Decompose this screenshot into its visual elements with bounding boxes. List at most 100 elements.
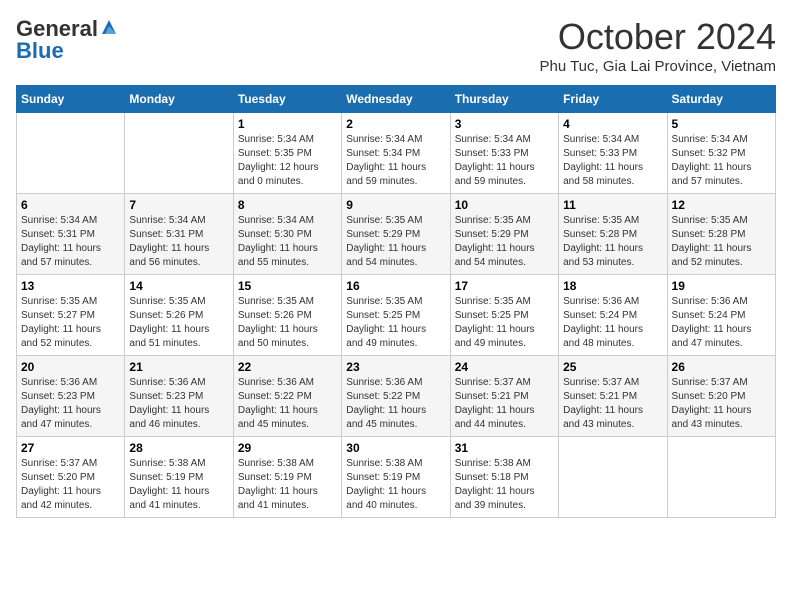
day-info: Sunrise: 5:34 AMSunset: 5:35 PMDaylight:… — [238, 133, 337, 189]
calendar-cell: 11Sunrise: 5:35 AMSunset: 5:28 PMDayligh… — [559, 194, 667, 275]
day-info: Sunrise: 5:38 AMSunset: 5:19 PMDaylight:… — [238, 457, 337, 513]
calendar-cell: 9 Sunrise: 5:35 AMSunset: 5:29 PMDaylight… — [342, 194, 450, 275]
calendar-cell: 3 Sunrise: 5:34 AMSunset: 5:33 PMDaylight… — [450, 113, 558, 194]
calendar-cell: 30 Sunrise: 5:38 AMSunset: 5:19 PMDayligh… — [342, 437, 450, 518]
calendar-cell: 18Sunrise: 5:36 AMSunset: 5:24 PMDayligh… — [559, 275, 667, 356]
day-info: Sunrise: 5:35 AMSunset: 5:27 PMDaylight:… — [21, 295, 120, 351]
day-number: 4 — [563, 117, 662, 131]
day-info: Sunrise: 5:38 AMSunset: 5:19 PMDaylight:… — [129, 457, 228, 513]
day-number: 12 — [672, 198, 771, 212]
day-info: Sunrise: 5:37 AMSunset: 5:20 PMDaylight:… — [21, 457, 120, 513]
location-title: Phu Tuc, Gia Lai Province, Vietnam — [539, 58, 776, 75]
calendar-cell — [667, 437, 775, 518]
calendar-cell — [559, 437, 667, 518]
calendar-cell: 12 Sunrise: 5:35 AMSunset: 5:28 PMDayligh… — [667, 194, 775, 275]
day-info: Sunrise: 5:34 AMSunset: 5:32 PMDaylight:… — [672, 133, 771, 189]
day-info: Sunrise: 5:36 AMSunset: 5:23 PMDaylight:… — [21, 376, 120, 432]
calendar-week-row: 1 Sunrise: 5:34 AMSunset: 5:35 PMDaylight… — [17, 113, 776, 194]
calendar-cell: 8 Sunrise: 5:34 AMSunset: 5:30 PMDaylight… — [233, 194, 341, 275]
day-info: Sunrise: 5:34 AMSunset: 5:31 PMDaylight:… — [21, 214, 120, 270]
day-info: Sunrise: 5:35 AMSunset: 5:25 PMDaylight:… — [346, 295, 445, 351]
day-info: Sunrise: 5:38 AMSunset: 5:18 PMDaylight:… — [455, 457, 554, 513]
calendar-cell: 2Sunrise: 5:34 AMSunset: 5:34 PMDaylight… — [342, 113, 450, 194]
calendar-cell: 22Sunrise: 5:36 AMSunset: 5:22 PMDayligh… — [233, 356, 341, 437]
weekday-header-cell: Sunday — [17, 86, 125, 113]
calendar-week-row: 6 Sunrise: 5:34 AMSunset: 5:31 PMDaylight… — [17, 194, 776, 275]
calendar-cell: 21Sunrise: 5:36 AMSunset: 5:23 PMDayligh… — [125, 356, 233, 437]
calendar-cell: 15Sunrise: 5:35 AMSunset: 5:26 PMDayligh… — [233, 275, 341, 356]
day-number: 22 — [238, 360, 337, 374]
calendar-cell: 5 Sunrise: 5:34 AMSunset: 5:32 PMDaylight… — [667, 113, 775, 194]
day-number: 6 — [21, 198, 120, 212]
month-title: October 2024 — [539, 16, 776, 58]
day-number: 3 — [455, 117, 554, 131]
calendar-cell: 17Sunrise: 5:35 AMSunset: 5:25 PMDayligh… — [450, 275, 558, 356]
calendar-cell: 14 Sunrise: 5:35 AMSunset: 5:26 PMDayligh… — [125, 275, 233, 356]
day-number: 18 — [563, 279, 662, 293]
day-info: Sunrise: 5:38 AMSunset: 5:19 PMDaylight:… — [346, 457, 445, 513]
day-info: Sunrise: 5:35 AMSunset: 5:29 PMDaylight:… — [346, 214, 445, 270]
day-info: Sunrise: 5:34 AMSunset: 5:33 PMDaylight:… — [455, 133, 554, 189]
day-number: 21 — [129, 360, 228, 374]
day-info: Sunrise: 5:37 AMSunset: 5:20 PMDaylight:… — [672, 376, 771, 432]
day-number: 19 — [672, 279, 771, 293]
day-number: 27 — [21, 441, 120, 455]
day-number: 1 — [238, 117, 337, 131]
day-number: 23 — [346, 360, 445, 374]
calendar-cell: 23 Sunrise: 5:36 AMSunset: 5:22 PMDayligh… — [342, 356, 450, 437]
weekday-header-cell: Saturday — [667, 86, 775, 113]
day-number: 20 — [21, 360, 120, 374]
weekday-header-cell: Friday — [559, 86, 667, 113]
day-number: 9 — [346, 198, 445, 212]
day-number: 13 — [21, 279, 120, 293]
calendar-week-row: 20 Sunrise: 5:36 AMSunset: 5:23 PMDayligh… — [17, 356, 776, 437]
day-info: Sunrise: 5:36 AMSunset: 5:22 PMDaylight:… — [346, 376, 445, 432]
day-number: 28 — [129, 441, 228, 455]
day-number: 14 — [129, 279, 228, 293]
calendar-cell: 31 Sunrise: 5:38 AMSunset: 5:18 PMDayligh… — [450, 437, 558, 518]
day-number: 7 — [129, 198, 228, 212]
day-info: Sunrise: 5:37 AMSunset: 5:21 PMDaylight:… — [455, 376, 554, 432]
day-number: 11 — [563, 198, 662, 212]
weekday-header-cell: Monday — [125, 86, 233, 113]
day-info: Sunrise: 5:34 AMSunset: 5:30 PMDaylight:… — [238, 214, 337, 270]
calendar-cell: 20 Sunrise: 5:36 AMSunset: 5:23 PMDayligh… — [17, 356, 125, 437]
day-number: 31 — [455, 441, 554, 455]
calendar-cell: 10Sunrise: 5:35 AMSunset: 5:29 PMDayligh… — [450, 194, 558, 275]
day-number: 16 — [346, 279, 445, 293]
calendar-cell: 16 Sunrise: 5:35 AMSunset: 5:25 PMDayligh… — [342, 275, 450, 356]
day-info: Sunrise: 5:35 AMSunset: 5:25 PMDaylight:… — [455, 295, 554, 351]
day-info: Sunrise: 5:34 AMSunset: 5:31 PMDaylight:… — [129, 214, 228, 270]
calendar-cell: 19 Sunrise: 5:36 AMSunset: 5:24 PMDayligh… — [667, 275, 775, 356]
day-info: Sunrise: 5:37 AMSunset: 5:21 PMDaylight:… — [563, 376, 662, 432]
day-info: Sunrise: 5:35 AMSunset: 5:26 PMDaylight:… — [238, 295, 337, 351]
day-number: 29 — [238, 441, 337, 455]
day-info: Sunrise: 5:36 AMSunset: 5:24 PMDaylight:… — [672, 295, 771, 351]
logo: General Blue — [16, 16, 118, 64]
calendar-cell — [17, 113, 125, 194]
calendar-cell: 7 Sunrise: 5:34 AMSunset: 5:31 PMDaylight… — [125, 194, 233, 275]
weekday-header-cell: Wednesday — [342, 86, 450, 113]
calendar-week-row: 27 Sunrise: 5:37 AMSunset: 5:20 PMDayligh… — [17, 437, 776, 518]
page-header: General Blue October 2024 Phu Tuc, Gia L… — [16, 16, 776, 75]
day-info: Sunrise: 5:35 AMSunset: 5:26 PMDaylight:… — [129, 295, 228, 351]
calendar-cell: 29 Sunrise: 5:38 AMSunset: 5:19 PMDayligh… — [233, 437, 341, 518]
calendar-cell: 4Sunrise: 5:34 AMSunset: 5:33 PMDaylight… — [559, 113, 667, 194]
calendar-cell: 24Sunrise: 5:37 AMSunset: 5:21 PMDayligh… — [450, 356, 558, 437]
calendar-cell: 13 Sunrise: 5:35 AMSunset: 5:27 PMDayligh… — [17, 275, 125, 356]
calendar-cell: 26 Sunrise: 5:37 AMSunset: 5:20 PMDayligh… — [667, 356, 775, 437]
day-number: 5 — [672, 117, 771, 131]
day-number: 2 — [346, 117, 445, 131]
calendar-cell: 6 Sunrise: 5:34 AMSunset: 5:31 PMDaylight… — [17, 194, 125, 275]
day-number: 8 — [238, 198, 337, 212]
day-info: Sunrise: 5:35 AMSunset: 5:28 PMDaylight:… — [672, 214, 771, 270]
day-number: 25 — [563, 360, 662, 374]
logo-blue: Blue — [16, 38, 64, 64]
day-number: 30 — [346, 441, 445, 455]
calendar-cell: 1 Sunrise: 5:34 AMSunset: 5:35 PMDaylight… — [233, 113, 341, 194]
calendar-cell: 27 Sunrise: 5:37 AMSunset: 5:20 PMDayligh… — [17, 437, 125, 518]
day-number: 26 — [672, 360, 771, 374]
weekday-header-cell: Thursday — [450, 86, 558, 113]
weekday-header-row: SundayMondayTuesdayWednesdayThursdayFrid… — [17, 86, 776, 113]
day-info: Sunrise: 5:35 AMSunset: 5:29 PMDaylight:… — [455, 214, 554, 270]
